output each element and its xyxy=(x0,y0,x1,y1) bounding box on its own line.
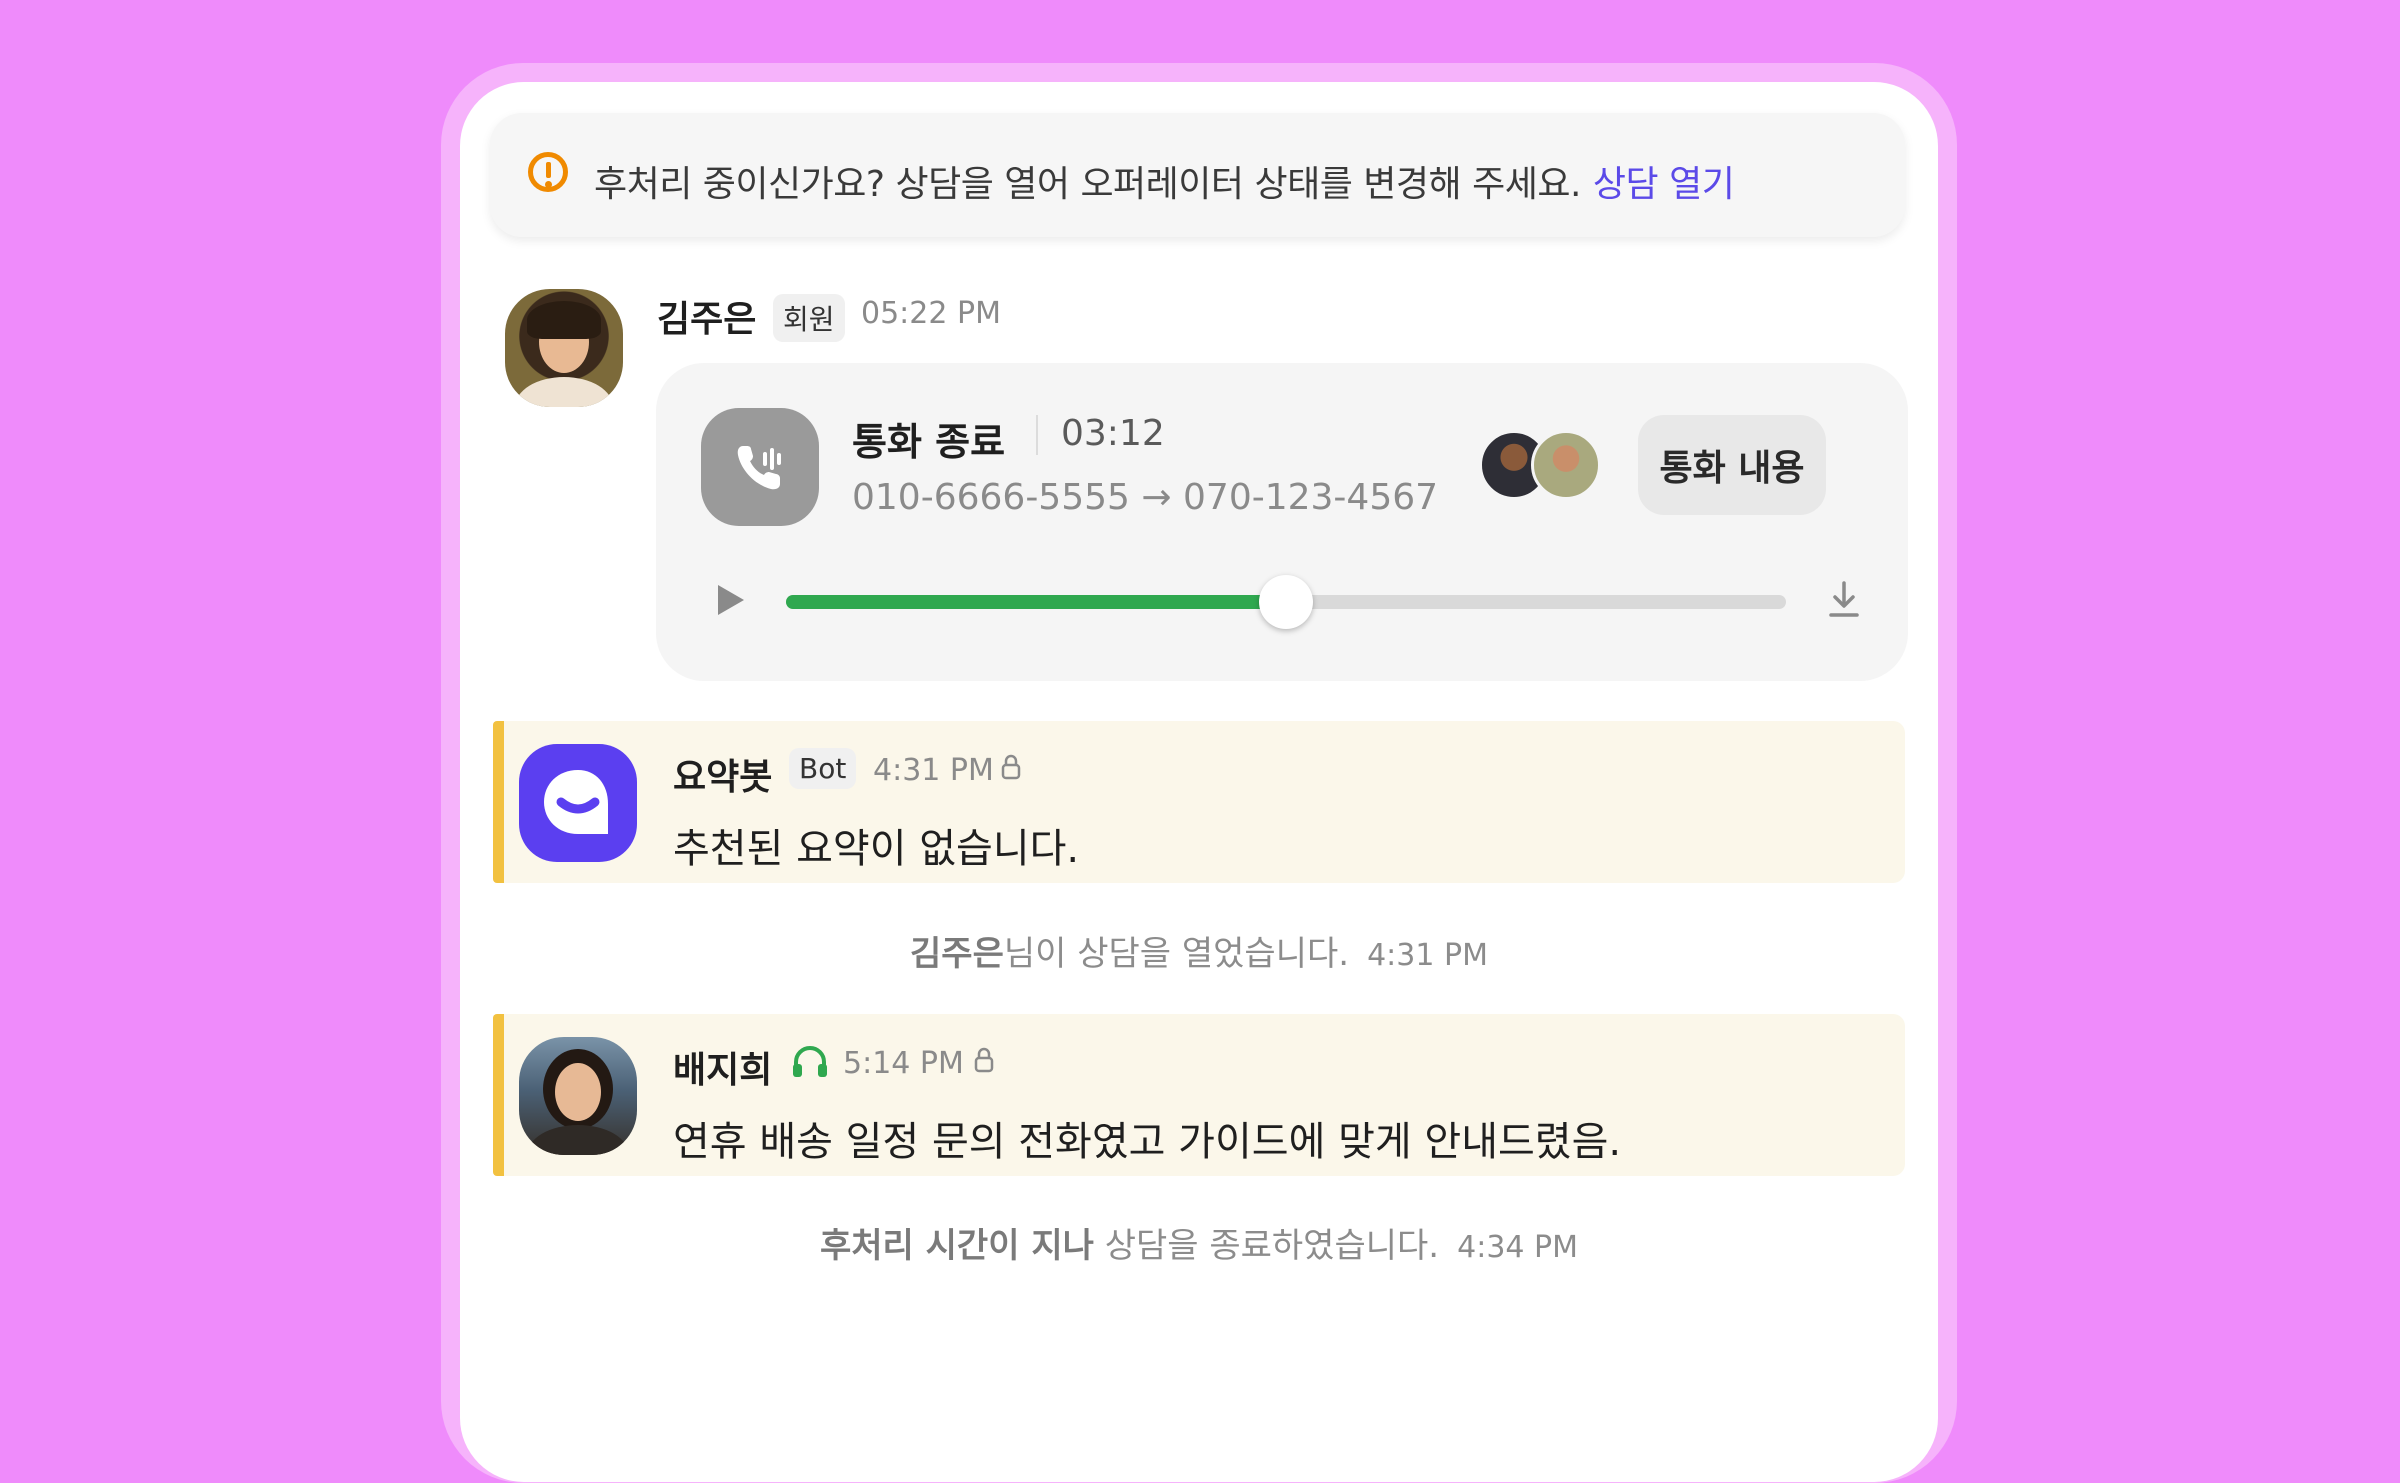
avatar[interactable] xyxy=(519,1037,637,1155)
system-time: 4:31 PM xyxy=(1367,938,1488,973)
phone-call-icon xyxy=(701,408,819,526)
arrow-right-icon: → xyxy=(1141,477,1172,518)
sender-name: 요약봇 xyxy=(673,757,773,798)
system-text: 상담을 종료하였습니다. xyxy=(1093,1226,1440,1266)
sender-name: 배지희 xyxy=(673,1050,773,1091)
chat-panel: 후처리 중이신가요? 상담을 열어 오퍼레이터 상태를 변경해 주세요. 상담 열… xyxy=(460,82,1938,1482)
message-text: 연휴 배송 일정 문의 전화였고 가이드에 맞게 안내드렸음. xyxy=(673,1119,1622,1165)
system-message-opened: 김주은님이 상담을 열었습니다. 4:31 PM xyxy=(460,926,1938,975)
bot-logo-icon xyxy=(519,744,637,862)
bot-note-message: 요약봇 Bot 4:31 PM 추천된 요약이 없습니다. xyxy=(493,721,1905,883)
system-text: 님이 상담을 열었습니다. xyxy=(1003,934,1350,974)
avatar-face xyxy=(555,1063,601,1121)
lock-icon xyxy=(974,1047,994,1073)
callee-number: 070-123-4567 xyxy=(1183,477,1439,518)
avatar[interactable] xyxy=(505,289,623,407)
call-duration: 03:12 xyxy=(1061,413,1165,454)
avatar-shoulders xyxy=(515,377,613,407)
call-details-button[interactable]: 통화 내용 xyxy=(1638,415,1826,515)
sender-name: 김주은 xyxy=(657,299,757,340)
system-user-name: 김주은 xyxy=(910,934,1004,974)
download-icon[interactable] xyxy=(1826,579,1862,619)
play-icon[interactable] xyxy=(718,585,744,615)
banner-text: 후처리 중이신가요? 상담을 열어 오퍼레이터 상태를 변경해 주세요. xyxy=(594,164,1581,205)
lock-icon xyxy=(1001,754,1021,780)
system-time: 4:34 PM xyxy=(1457,1230,1579,1265)
caller-number: 010-6666-5555 xyxy=(852,477,1130,518)
bot-badge: Bot xyxy=(789,748,857,789)
open-chat-link[interactable]: 상담 열기 xyxy=(1593,164,1735,205)
message-time: 5:14 PM xyxy=(843,1046,964,1081)
call-status-title: 통화 종료 xyxy=(852,420,1006,464)
avatar-shoulders xyxy=(527,1125,629,1155)
call-card: 통화 종료 03:12 010-6666-5555 → 070-123-4567… xyxy=(656,363,1908,681)
system-message-closed: 후처리 시간이 지나 상담을 종료하였습니다. 4:34 PM xyxy=(460,1218,1938,1267)
participant-avatar xyxy=(1531,430,1601,500)
call-numbers: 010-6666-5555 → 070-123-4567 xyxy=(852,477,1438,518)
playback-handle[interactable] xyxy=(1259,575,1313,629)
banner-message: 후처리 중이신가요? 상담을 열어 오퍼레이터 상태를 변경해 주세요. 상담 열… xyxy=(594,155,1735,207)
system-reason: 후처리 시간이 지나 xyxy=(819,1226,1094,1266)
headset-icon xyxy=(790,1044,830,1080)
message-text: 추천된 요약이 없습니다. xyxy=(673,826,1080,872)
message-time: 4:31 PM xyxy=(873,753,994,788)
agent-note-message: 배지희 5:14 PM 연휴 배송 일정 문의 전화였고 가이드에 맞게 안내드… xyxy=(493,1014,1905,1176)
divider xyxy=(1036,415,1038,455)
avatar-hair xyxy=(527,301,601,339)
aftercall-banner: 후처리 중이신가요? 상담을 열어 오퍼레이터 상태를 변경해 주세요. 상담 열… xyxy=(490,113,1905,237)
warning-circle-icon xyxy=(528,152,568,192)
playback-slider[interactable] xyxy=(786,575,1786,629)
member-badge: 회원 xyxy=(773,294,845,342)
playback-progress xyxy=(786,595,1286,609)
participant-avatars xyxy=(1479,430,1601,502)
message-time: 05:22 PM xyxy=(861,296,1001,331)
